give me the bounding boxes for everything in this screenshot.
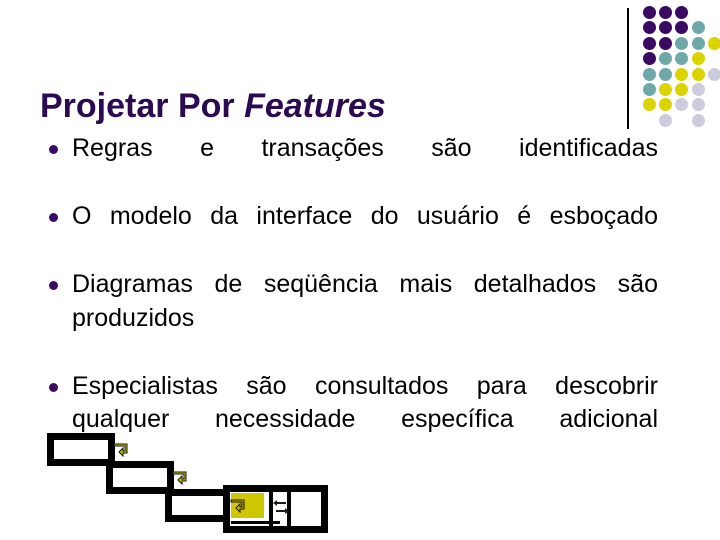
bullet-item-2: O modelo da interface do usuário é esboç… <box>46 200 658 267</box>
decor-dot-purple <box>675 21 689 35</box>
bullet-text-3: Diagramas de seqüência mais detalhados s… <box>72 270 658 332</box>
cascade-arrow-3 <box>230 499 245 515</box>
bullet-marker-icon <box>49 281 58 290</box>
decor-dot-yellow <box>691 67 705 81</box>
decor-dot-teal <box>675 52 689 66</box>
decor-dot-purple <box>659 36 673 50</box>
decorative-dot-grid <box>643 6 720 128</box>
swap-arrows-icon <box>273 499 289 517</box>
page-title-emphasis: Features <box>244 86 386 125</box>
bullet-marker-icon <box>49 213 58 222</box>
decor-dot-yellow <box>675 83 689 96</box>
decor-dot-lavender <box>691 113 705 127</box>
decor-dot-teal <box>691 36 705 50</box>
decor-dot-purple <box>643 36 656 50</box>
cascade-box-2 <box>106 461 174 494</box>
bullet-list: Regras e transações são identificadas O … <box>46 132 658 471</box>
decor-dot-teal <box>659 67 673 81</box>
decor-dot-teal <box>659 52 673 66</box>
bullet-text-2: O modelo da interface do usuário é esboç… <box>72 202 658 230</box>
decor-dot-purple <box>659 6 673 19</box>
title-divider-rule <box>627 8 629 129</box>
decor-dot-teal <box>643 83 656 96</box>
decor-dot-yellow <box>691 52 705 66</box>
cascading-boxes-graphic <box>47 433 328 533</box>
decor-dot-teal <box>643 67 656 81</box>
cascade-box-1 <box>47 433 115 466</box>
decor-dot-yellow <box>643 98 656 112</box>
page-title-prefix: Projetar Por <box>40 86 245 125</box>
decor-dot-teal <box>675 36 689 50</box>
bullet-item-3: Diagramas de seqüência mais detalhados s… <box>46 268 658 369</box>
decor-dot-teal <box>691 21 705 35</box>
decor-dot-yellow <box>707 36 720 50</box>
decor-dot-yellow <box>659 83 673 96</box>
decor-dot-lavender <box>675 98 689 112</box>
bullet-item-1: Regras e transações são identificadas <box>46 132 658 199</box>
cascade-arrow-2 <box>172 471 187 487</box>
page-title: Projetar Por Features <box>40 85 600 127</box>
decor-dot-lavender <box>659 113 673 127</box>
bullet-text-4: Especialistas são consultados para desco… <box>72 371 658 434</box>
decor-dot-lavender <box>707 67 720 81</box>
decor-dot-purple <box>659 21 673 35</box>
decor-dot-yellow <box>659 98 673 112</box>
decor-dot-purple <box>643 21 656 35</box>
decor-dot-lavender <box>691 83 705 96</box>
bullet-marker-icon <box>49 382 58 392</box>
bullet-text-1: Regras e transações são identificadas <box>72 134 658 162</box>
bullet-marker-icon <box>49 145 58 154</box>
decor-dot-lavender <box>691 98 705 112</box>
decor-dot-purple <box>675 6 689 19</box>
slide-canvas: Projetar Por Features Regras e transaçõe… <box>0 0 720 540</box>
decor-dot-purple <box>643 52 656 66</box>
decor-dot-purple <box>643 6 656 19</box>
decor-dot-yellow <box>675 67 689 81</box>
cascade-arrow-1 <box>113 443 128 459</box>
